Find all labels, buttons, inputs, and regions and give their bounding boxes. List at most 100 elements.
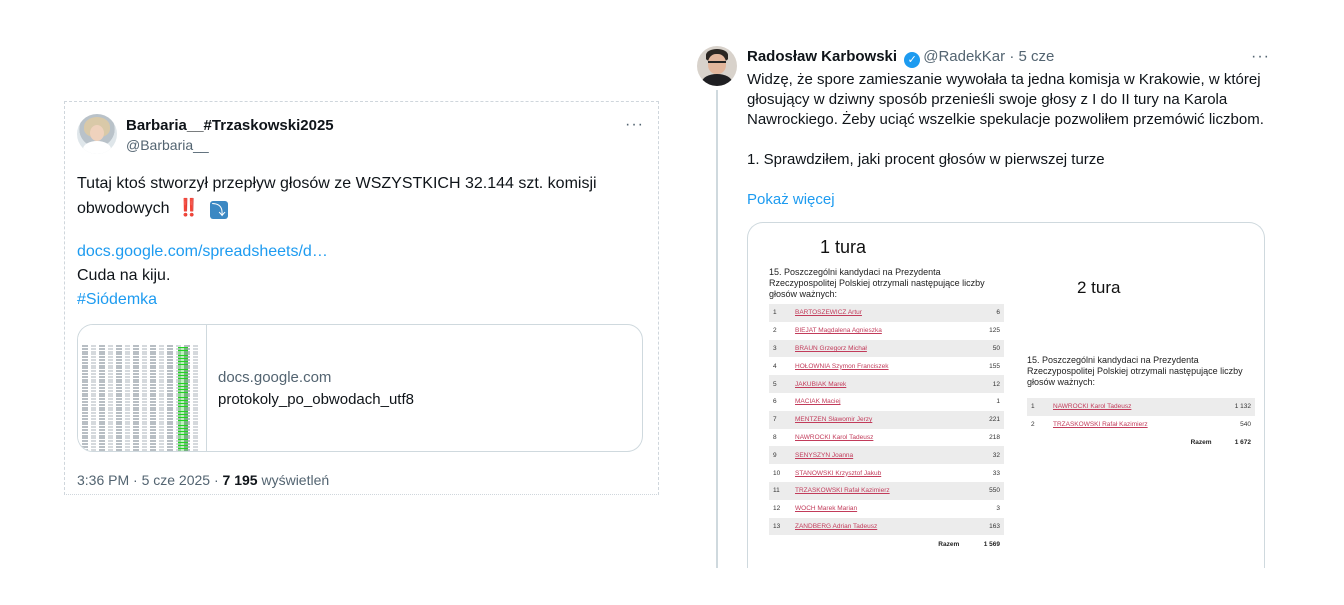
sheet-row: [82, 370, 200, 373]
tweet-link[interactable]: docs.google.com/spreadsheets/d…: [77, 243, 328, 261]
candidate-name[interactable]: STANOWSKI Krzysztof Jakub: [791, 464, 963, 482]
right-tweet[interactable]: Radosław Karbowski ✓ @RadekKar · 5 cze ··…: [688, 38, 1280, 568]
timestamp[interactable]: · 5 cze: [1005, 48, 1054, 65]
table-row: 7 MENTZEN Sławomir Jerzy 221: [769, 410, 1004, 429]
table-row: 6 MACIAK Maciej 1: [769, 393, 1004, 411]
vote-count: 550: [963, 481, 1004, 500]
sheet-row: [82, 434, 200, 437]
table-row: 11 TRZASKOWSKI Rafał Kazimierz 550: [769, 481, 1004, 500]
sheet-row: [82, 423, 200, 426]
display-name[interactable]: Radosław Karbowski: [747, 48, 897, 65]
tweet-image[interactable]: 1 tura 2 tura 15. Poszczególni kandydaci…: [747, 222, 1265, 568]
tweet-paragraph: 1. Sprawdziłem, jaki procent głosów w pi…: [747, 151, 1105, 168]
vote-count: 155: [989, 362, 1000, 370]
vote-count: 163: [963, 517, 1004, 536]
table-row: 3 BRAUN Grzegorz Michał 50: [769, 339, 1004, 358]
table-row: 4 HOŁOWNIA Szymon Franciszek 155: [769, 357, 1004, 375]
round2-title: 2 tura: [1077, 278, 1121, 297]
vote-count: 6: [963, 304, 1004, 322]
table-row: 1 NAWROCKI Karol Tadeusz 1 132: [1027, 398, 1255, 416]
avatar[interactable]: [77, 114, 117, 154]
avatar-glasses: [708, 61, 726, 68]
sheet-row: [82, 403, 200, 406]
sheet-row: [82, 437, 200, 440]
vote-count: 1: [996, 398, 1000, 406]
candidate-name[interactable]: TRZASKOWSKI Rafał Kazimierz: [1049, 416, 1216, 434]
candidate-name[interactable]: WOCH Marek Marian: [791, 500, 963, 518]
sheet-row: [82, 406, 200, 409]
more-options-icon[interactable]: ···: [1251, 48, 1270, 66]
candidate-name[interactable]: BRAUN Grzegorz Michał: [791, 339, 964, 358]
row-number: 3: [769, 339, 791, 358]
sheet-row: [82, 373, 200, 375]
table-row: 5 JAKUBIAK Marek 12: [769, 375, 1004, 393]
sheet-row: [82, 398, 200, 401]
vote-count: 1 132: [1215, 398, 1255, 416]
candidate-name[interactable]: MENTZEN Sławomir Jerzy: [791, 410, 964, 429]
sheet-row: [82, 364, 200, 367]
vote-count: 3: [996, 505, 1000, 513]
total-label: Razem: [1049, 433, 1216, 452]
row-number: 4: [773, 362, 777, 370]
link-card-title: protokoly_po_obwodach_utf8: [218, 391, 414, 408]
tweet-text-body: Tutaj ktoś stworzył przepływ głosów ze W…: [77, 175, 597, 217]
sheet-row: [82, 426, 200, 429]
tweet-text-line: Cuda na kiju.: [77, 267, 171, 284]
sheet-row: [82, 353, 200, 356]
candidate-name[interactable]: JAKUBIAK Marek: [791, 375, 964, 393]
row-number: 13: [769, 517, 791, 536]
sheet-row: [82, 359, 200, 361]
candidate-name[interactable]: BARTOSZEWICZ Artur: [791, 304, 964, 322]
sheet-row: [82, 367, 200, 370]
candidate-name[interactable]: NAWROCKI Karol Tadeusz: [791, 429, 963, 447]
sheet-row: [82, 443, 200, 445]
hashtag-link[interactable]: #Siódemka: [77, 291, 157, 309]
timestamp[interactable]: 3:36 PM · 5 cze 2025 ·: [77, 472, 223, 488]
table-row: 2 BIEJAT Magdalena Agnieszka 125: [769, 322, 1004, 340]
view-label: wyświetleń: [257, 472, 330, 488]
candidate-name[interactable]: TRZASKOWSKI Rafał Kazimierz: [791, 481, 964, 500]
show-more-link[interactable]: Pokaż więcej: [747, 191, 835, 208]
handle[interactable]: @Barbaria__: [126, 137, 209, 153]
sheet-row: [82, 420, 200, 423]
double-exclamation-icon: ‼️: [177, 198, 200, 217]
sheet-row: [82, 378, 200, 381]
row-number: 11: [769, 481, 791, 500]
row-number: 2: [773, 327, 777, 335]
row-number: 8: [773, 433, 777, 441]
candidate-name[interactable]: ZANDBERG Adrian Tadeusz: [791, 517, 964, 536]
candidate-name[interactable]: BIEJAT Magdalena Agnieszka: [791, 322, 963, 340]
sheet-row: [82, 395, 200, 398]
sheet-row: [82, 412, 200, 415]
sheet-row: [82, 350, 200, 353]
table-row: 13 ZANDBERG Adrian Tadeusz 163: [769, 517, 1004, 536]
avatar-body: [83, 141, 111, 154]
sheet-row: [82, 445, 200, 448]
candidate-name[interactable]: SENYSZYN Joanna: [791, 446, 964, 465]
handle[interactable]: @RadekKar: [923, 48, 1005, 65]
row-number: 7: [769, 410, 791, 429]
tweet-text: Widzę, że spore zamieszanie wywołała ta …: [747, 70, 1272, 170]
left-tweet[interactable]: Barbaria__#Trzaskowski2025 @Barbaria__ ·…: [64, 101, 659, 495]
avatar[interactable]: [697, 46, 737, 86]
row-number: 1: [769, 304, 791, 322]
sheet-row: [82, 375, 200, 378]
candidate-name[interactable]: NAWROCKI Karol Tadeusz: [1049, 398, 1216, 416]
display-name[interactable]: Barbaria__#Trzaskowski2025: [126, 117, 334, 134]
candidate-name[interactable]: MACIAK Maciej: [791, 393, 963, 411]
more-options-icon[interactable]: ···: [625, 116, 644, 134]
link-card-domain: docs.google.com: [218, 369, 332, 386]
vote-count: 32: [963, 446, 1004, 465]
avatar-face: [90, 125, 104, 141]
candidate-name[interactable]: HOŁOWNIA Szymon Franciszek: [791, 357, 963, 375]
sheet-row: [82, 345, 200, 347]
tweet-text: Tutaj ktoś stworzył przepływ głosów ze W…: [77, 172, 647, 221]
round2-table: 1 NAWROCKI Karol Tadeusz 1 132 2 TRZASKOWSKI…: [1027, 398, 1255, 452]
verified-badge-icon: ✓: [904, 52, 921, 68]
sheet-row: [82, 347, 200, 350]
view-count: 7 195: [222, 472, 258, 488]
avatar-body: [702, 74, 732, 86]
vote-count: 12: [963, 375, 1004, 393]
row-number: 1: [1027, 398, 1049, 416]
link-preview-card[interactable]: docs.google.com protokoly_po_obwodach_ut…: [77, 324, 643, 452]
